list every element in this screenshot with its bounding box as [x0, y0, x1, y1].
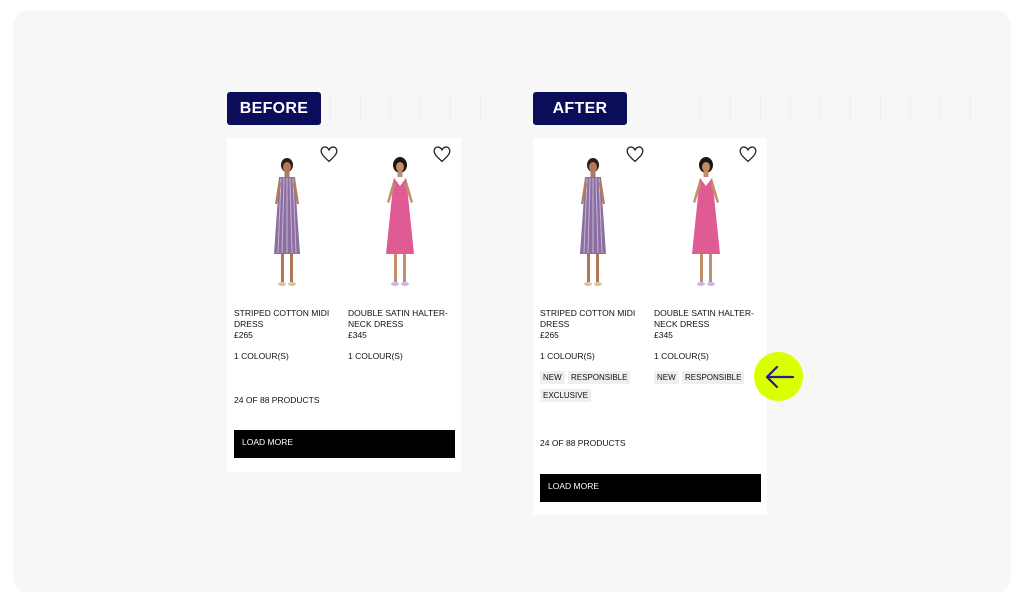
before-label: BEFORE	[227, 92, 321, 125]
after-card: STRIPED COTTON MIDI DRESS £265 1 COLOUR(…	[533, 138, 767, 515]
product-image-striped-dress[interactable]	[568, 156, 618, 291]
product-count: 24 OF 88 PRODUCTS	[234, 395, 320, 405]
product-name[interactable]: STRIPED COTTON MIDI DRESS	[540, 308, 640, 330]
product-name[interactable]: DOUBLE SATIN HALTER-NECK DRESS	[654, 308, 759, 330]
tag-exclusive: EXCLUSIVE	[540, 389, 591, 402]
load-more-button[interactable]: LOAD MORE	[540, 474, 761, 502]
product-price: £345	[654, 330, 673, 340]
product-colours: 1 COLOUR(S)	[234, 351, 289, 361]
product-image-pink-dress[interactable]	[681, 156, 731, 291]
product-colours: 1 COLOUR(S)	[348, 351, 403, 361]
arrow-left-icon	[754, 352, 803, 401]
heart-icon[interactable]	[738, 145, 758, 163]
load-more-button[interactable]: LOAD MORE	[234, 430, 455, 458]
product-name[interactable]: STRIPED COTTON MIDI DRESS	[234, 308, 334, 330]
heart-icon[interactable]	[432, 145, 452, 163]
tag-responsible: RESPONSIBLE	[682, 371, 745, 384]
tag-new: NEW	[540, 371, 565, 384]
product-colours: 1 COLOUR(S)	[654, 351, 709, 361]
product-image-pink-dress[interactable]	[375, 156, 425, 291]
heart-icon[interactable]	[319, 145, 339, 163]
heart-icon[interactable]	[625, 145, 645, 163]
tag-responsible: RESPONSIBLE	[568, 371, 631, 384]
product-name[interactable]: DOUBLE SATIN HALTER-NECK DRESS	[348, 308, 453, 330]
product-price: £265	[234, 330, 253, 340]
product-price: £345	[348, 330, 367, 340]
product-price: £265	[540, 330, 559, 340]
product-colours: 1 COLOUR(S)	[540, 351, 595, 361]
ghost-divider-marks	[330, 95, 990, 121]
tag-new: NEW	[654, 371, 679, 384]
product-count: 24 OF 88 PRODUCTS	[540, 438, 626, 448]
before-card: STRIPED COTTON MIDI DRESS £265 1 COLOUR(…	[227, 138, 461, 472]
product-image-striped-dress[interactable]	[262, 156, 312, 291]
after-label: AFTER	[533, 92, 627, 125]
